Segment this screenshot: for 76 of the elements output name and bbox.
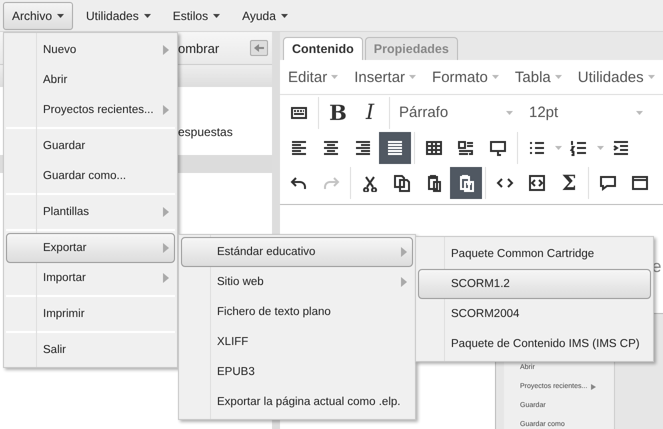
code-block-icon	[528, 174, 546, 192]
menu-item[interactable]: Proyectos recientes...	[6, 95, 175, 125]
copy-icon	[393, 174, 411, 192]
menu-item[interactable]: Imprimir	[6, 299, 175, 329]
caret-icon	[636, 110, 643, 114]
align-center-icon	[322, 138, 340, 156]
collapse-button[interactable]	[250, 40, 268, 56]
caret-icon	[648, 75, 655, 79]
menu-item[interactable]: XLIFF	[181, 327, 413, 357]
paste-icon	[425, 174, 443, 192]
caret-icon	[57, 14, 64, 18]
submenu-arrow-icon	[401, 277, 407, 287]
editor-menu-item[interactable]: Utilidades	[578, 68, 655, 86]
format-dropdown[interactable]: Párrafo	[393, 104, 523, 121]
caret-icon	[213, 14, 220, 18]
submenu-arrow-icon	[591, 384, 596, 390]
submenu-arrow-icon	[163, 45, 169, 55]
sigma-button[interactable]: Σ	[553, 166, 585, 198]
submenu-arrow-icon	[163, 243, 169, 253]
menu-item[interactable]: SCORM1.2	[418, 269, 651, 299]
menu-item[interactable]: Abrir	[6, 65, 175, 95]
caret-icon	[144, 14, 151, 18]
image-text-icon	[457, 138, 475, 156]
menu-item[interactable]: Paquete Common Cartridge	[418, 239, 651, 269]
submenu-arrow-icon	[163, 207, 169, 217]
paste-text-button[interactable]	[450, 166, 482, 198]
submenu-arrow-icon	[163, 105, 169, 115]
comment-icon	[599, 174, 617, 192]
caret-icon	[492, 75, 499, 79]
menu-button[interactable]: Archivo	[3, 2, 74, 30]
menu-button[interactable]: Utilidades	[77, 2, 160, 30]
editor-menu-item[interactable]: Tabla	[514, 68, 562, 86]
editor-menu-item[interactable]: Editar	[288, 68, 338, 86]
menu-item[interactable]: Nuevo	[6, 35, 175, 65]
caret-icon	[554, 146, 562, 150]
align-right-icon	[354, 138, 372, 156]
tab[interactable]: Contenido	[283, 37, 363, 60]
caret-icon	[409, 75, 416, 79]
paste-text-icon	[457, 174, 475, 192]
justify-button[interactable]	[379, 132, 411, 164]
menu-item[interactable]: Fichero de texto plano	[181, 297, 413, 327]
menu-item[interactable]: EPUB3	[181, 357, 413, 387]
italic-button[interactable]: I	[354, 96, 386, 128]
tooltip-icon	[489, 138, 507, 156]
indent-icon	[612, 138, 630, 156]
bold-button[interactable]: B	[322, 96, 354, 128]
menu-item[interactable]: Guardar	[6, 131, 175, 161]
menu-item[interactable]: Sitio web	[181, 267, 413, 297]
caret-icon	[554, 75, 562, 79]
menu-item[interactable]: SCORM2004	[418, 299, 651, 329]
menu-button[interactable]: Ayuda	[233, 2, 297, 30]
caret-icon	[506, 110, 513, 114]
panel-title: ombrar	[178, 40, 220, 56]
submenu-arrow-icon	[401, 247, 407, 257]
menu-item[interactable]: Estándar educativo	[181, 237, 413, 267]
submenu-arrow-icon	[163, 273, 169, 283]
table-icon	[425, 138, 443, 156]
menu-item[interactable]: Exportar	[6, 233, 175, 263]
justify-icon	[386, 138, 404, 156]
caret-icon	[280, 14, 288, 18]
editor-menu-item[interactable]: Insertar	[354, 68, 416, 86]
cut-icon	[361, 174, 379, 192]
frame-icon	[631, 174, 649, 192]
numbers-icon	[570, 138, 588, 156]
caret-icon	[331, 75, 338, 79]
menu-item[interactable]: Importar	[6, 263, 175, 293]
format-dropdown[interactable]: 12pt	[523, 104, 653, 121]
editor-menu-item[interactable]: Formato	[432, 68, 499, 86]
menu-item[interactable]: Exportar la página actual como .elp.	[181, 387, 413, 417]
caret-icon	[596, 146, 604, 150]
menu-item[interactable]: Paquete de Contenido IMS (IMS CP)	[418, 329, 651, 359]
menu-item[interactable]: Salir	[6, 335, 175, 365]
menu-button[interactable]: Estilos	[164, 2, 230, 30]
menu-item[interactable]: Guardar como...	[6, 161, 175, 191]
align-left-icon	[290, 138, 308, 156]
menu-item[interactable]: Plantillas	[6, 197, 175, 227]
